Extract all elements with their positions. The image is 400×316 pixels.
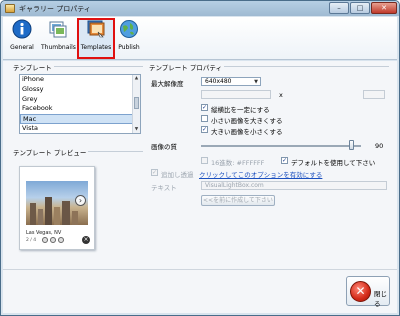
minimize-button[interactable]: – <box>329 2 349 14</box>
list-item[interactable]: iPhone <box>20 75 140 85</box>
enable-option-link[interactable]: クリックしてこのオプションを有効にする <box>199 169 322 179</box>
info-icon <box>12 19 32 39</box>
prev-icon <box>42 237 48 243</box>
list-item[interactable]: Grey <box>20 95 140 105</box>
scroll-thumb[interactable] <box>134 97 139 109</box>
toolbar: General Thumbnails Templates Publish <box>3 17 397 60</box>
resolution-value: 640x480 <box>205 78 232 85</box>
preview-counter: 2 / 4 <box>26 238 37 243</box>
properties-window: ギャラリー プロパティ – □ ✕ General Thumbnails Tem… <box>0 0 400 316</box>
close-button-label: 閉じる <box>374 290 387 308</box>
title-bar[interactable]: ギャラリー プロパティ – □ ✕ <box>1 1 399 16</box>
toolbar-general-label: General <box>10 44 34 51</box>
watermark-label: 追加し透過 <box>161 171 194 179</box>
preview-group-title: テンプレート プレビュー <box>13 147 89 157</box>
use-default-checkbox[interactable]: ✓ <box>281 157 288 164</box>
watermark-text-field[interactable]: VisualLightBox.com <box>201 181 387 190</box>
toolbar-templates[interactable]: Templates <box>77 18 115 59</box>
template-preview: › Las Vegas, NV 2 / 4 × <box>19 166 95 250</box>
close-icon: ✕ <box>350 281 371 302</box>
width-field[interactable] <box>201 90 271 99</box>
content-area: テンプレート iPhone Glossy Grey Facebook Mac V… <box>3 61 397 313</box>
keep-aspect-checkbox[interactable]: ✓ <box>201 104 208 111</box>
font-button[interactable]: <<を前に作成して下さい <box>201 195 275 206</box>
list-item[interactable]: Facebook <box>20 104 140 114</box>
color-checkbox[interactable] <box>201 157 208 164</box>
template-list[interactable]: iPhone Glossy Grey Facebook Mac Vista ▲ … <box>19 74 141 134</box>
next-arrow-icon: › <box>75 195 86 206</box>
quality-slider[interactable] <box>201 145 361 147</box>
resolution-label: 最大解像度 <box>151 80 184 88</box>
thumbnails-icon <box>49 21 67 38</box>
scroll-up-icon[interactable]: ▲ <box>133 75 140 82</box>
preview-caption: Las Vegas, NV <box>26 230 62 236</box>
footer-divider <box>3 269 397 270</box>
toolbar-thumbnails-label: Thumbnails <box>41 44 76 51</box>
list-scrollbar[interactable]: ▲ ▼ <box>132 75 140 133</box>
keep-aspect-label: 縦横比を一定にする <box>211 106 270 114</box>
quality-label: 画像の質 <box>151 143 177 151</box>
scroll-down-icon[interactable]: ▼ <box>133 126 140 133</box>
height-field[interactable] <box>363 90 385 99</box>
watermark-checkbox[interactable]: ✓ <box>151 169 158 176</box>
toolbar-publish[interactable]: Publish <box>116 19 142 58</box>
toolbar-thumbnails[interactable]: Thumbnails <box>41 19 76 58</box>
close-button[interactable]: ✕ 閉じる <box>346 276 390 308</box>
next-icon <box>58 237 64 243</box>
window-title: ギャラリー プロパティ <box>19 5 91 13</box>
app-icon <box>5 4 15 13</box>
watermark-text-value: VisualLightBox.com <box>205 182 264 189</box>
list-item[interactable]: Vista <box>20 124 140 133</box>
shrink-large-label: 大きい画像を小さくする <box>211 128 283 136</box>
play-icon <box>50 237 56 243</box>
enlarge-small-checkbox[interactable] <box>201 115 208 122</box>
toolbar-publish-label: Publish <box>118 44 140 51</box>
toolbar-templates-label: Templates <box>80 44 112 51</box>
template-group-title: テンプレート <box>13 62 54 72</box>
list-item-selected[interactable]: Mac <box>20 114 140 124</box>
close-window-button[interactable]: ✕ <box>371 2 397 14</box>
preview-close-icon: × <box>82 236 90 244</box>
color-label: 16進数: #FFFFFF <box>211 159 265 167</box>
x-label: x <box>279 91 283 99</box>
enlarge-small-label: 小さい画像を大きくする <box>211 117 283 125</box>
chevron-down-icon: ▼ <box>254 79 258 85</box>
maximize-button[interactable]: □ <box>350 2 370 14</box>
quality-slider-thumb[interactable] <box>349 140 354 150</box>
resolution-select[interactable]: 640x480 ▼ <box>201 77 261 86</box>
text-label: テキスト <box>151 184 177 192</box>
templates-icon <box>87 20 105 38</box>
use-default-label: デフォルトを使用して下さい <box>291 159 376 167</box>
preview-photo: › <box>26 181 88 225</box>
quality-value: 90 <box>375 142 384 150</box>
props-group-title: テンプレート プロパティ <box>149 62 224 72</box>
list-item[interactable]: Glossy <box>20 85 140 95</box>
globe-icon <box>120 20 138 38</box>
shrink-large-checkbox[interactable]: ✓ <box>201 126 208 133</box>
toolbar-general[interactable]: General <box>9 19 35 58</box>
